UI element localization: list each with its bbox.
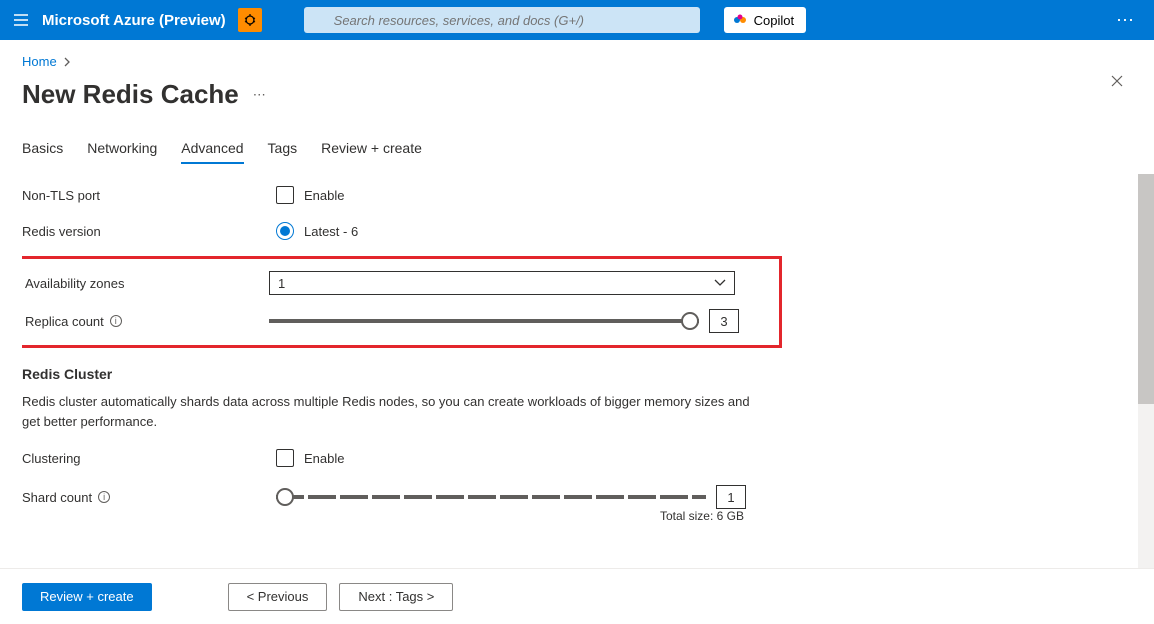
label-shard-count: Shard count i bbox=[22, 490, 276, 505]
radio-redis-version[interactable] bbox=[276, 222, 294, 240]
label-availability-zones: Availability zones bbox=[25, 276, 269, 291]
select-availability-zones[interactable]: 1 bbox=[269, 271, 735, 295]
row-shard-count: Shard count i 1 bbox=[22, 485, 1132, 509]
chevron-right-icon bbox=[63, 57, 71, 67]
checkbox-non-tls[interactable] bbox=[276, 186, 294, 204]
title-row: New Redis Cache ⋯ bbox=[22, 79, 1132, 110]
label-redis-version-value: Latest - 6 bbox=[304, 224, 358, 239]
scrollbar[interactable] bbox=[1138, 174, 1154, 568]
checkbox-clustering[interactable] bbox=[276, 449, 294, 467]
tab-advanced[interactable]: Advanced bbox=[181, 140, 243, 164]
next-button[interactable]: Next : Tags > bbox=[339, 583, 453, 611]
desc-redis-cluster: Redis cluster automatically shards data … bbox=[22, 392, 762, 431]
select-availability-zones-value: 1 bbox=[278, 276, 285, 291]
row-clustering: Clustering Enable bbox=[22, 449, 1132, 467]
title-more-icon[interactable]: ⋯ bbox=[253, 87, 266, 103]
search-container bbox=[304, 7, 700, 33]
page-title: New Redis Cache bbox=[22, 79, 239, 110]
slider-thumb-replica[interactable] bbox=[681, 312, 699, 330]
preview-bug-icon[interactable] bbox=[238, 8, 262, 32]
tab-tags[interactable]: Tags bbox=[268, 140, 298, 164]
footer: Review + create < Previous Next : Tags > bbox=[0, 568, 1154, 624]
row-replica-count: Replica count i 3 bbox=[25, 309, 769, 333]
label-enable-clustering: Enable bbox=[304, 451, 344, 466]
top-bar: Microsoft Azure (Preview) Copilot ⋯ bbox=[0, 0, 1154, 40]
chevron-down-icon bbox=[714, 279, 726, 287]
brand-label[interactable]: Microsoft Azure (Preview) bbox=[42, 12, 226, 29]
row-availability-zones: Availability zones 1 bbox=[25, 271, 769, 295]
slider-replica-count[interactable] bbox=[269, 319, 699, 323]
tab-review-create[interactable]: Review + create bbox=[321, 140, 422, 164]
info-icon[interactable]: i bbox=[110, 315, 122, 327]
highlight-box: Availability zones 1 Replica count i bbox=[22, 256, 782, 348]
info-icon[interactable]: i bbox=[98, 491, 110, 503]
label-enable-non-tls: Enable bbox=[304, 188, 344, 203]
search-input[interactable] bbox=[304, 7, 700, 33]
total-size-label: Total size: 6 GB bbox=[276, 509, 744, 523]
tab-basics[interactable]: Basics bbox=[22, 140, 63, 164]
label-clustering: Clustering bbox=[22, 451, 276, 466]
scroll-area: Basics Networking Advanced Tags Review +… bbox=[22, 140, 1132, 530]
copilot-button[interactable]: Copilot bbox=[724, 7, 806, 33]
content-area: Home New Redis Cache ⋯ Basics Networking… bbox=[0, 40, 1154, 568]
row-non-tls: Non-TLS port Enable bbox=[22, 186, 1132, 204]
tab-networking[interactable]: Networking bbox=[87, 140, 157, 164]
heading-redis-cluster: Redis Cluster bbox=[22, 366, 1132, 382]
label-non-tls: Non-TLS port bbox=[22, 188, 276, 203]
breadcrumb-home[interactable]: Home bbox=[22, 54, 57, 69]
breadcrumb: Home bbox=[22, 54, 1132, 69]
shard-count-value[interactable]: 1 bbox=[716, 485, 746, 509]
replica-count-value[interactable]: 3 bbox=[709, 309, 739, 333]
previous-button[interactable]: < Previous bbox=[228, 583, 328, 611]
topbar-more-icon[interactable]: ⋯ bbox=[1108, 10, 1142, 31]
copilot-label: Copilot bbox=[754, 13, 794, 28]
slider-shard-count[interactable] bbox=[276, 495, 706, 499]
review-create-button[interactable]: Review + create bbox=[22, 583, 152, 611]
slider-thumb-shard[interactable] bbox=[276, 488, 294, 506]
tabs: Basics Networking Advanced Tags Review +… bbox=[22, 140, 1132, 164]
scrollbar-thumb[interactable] bbox=[1138, 174, 1154, 404]
label-replica-count: Replica count i bbox=[25, 314, 269, 329]
hamburger-menu-icon[interactable] bbox=[12, 11, 30, 29]
copilot-icon bbox=[732, 12, 748, 28]
label-redis-version: Redis version bbox=[22, 224, 276, 239]
row-redis-version: Redis version Latest - 6 bbox=[22, 222, 1132, 240]
close-icon[interactable] bbox=[1110, 74, 1124, 88]
